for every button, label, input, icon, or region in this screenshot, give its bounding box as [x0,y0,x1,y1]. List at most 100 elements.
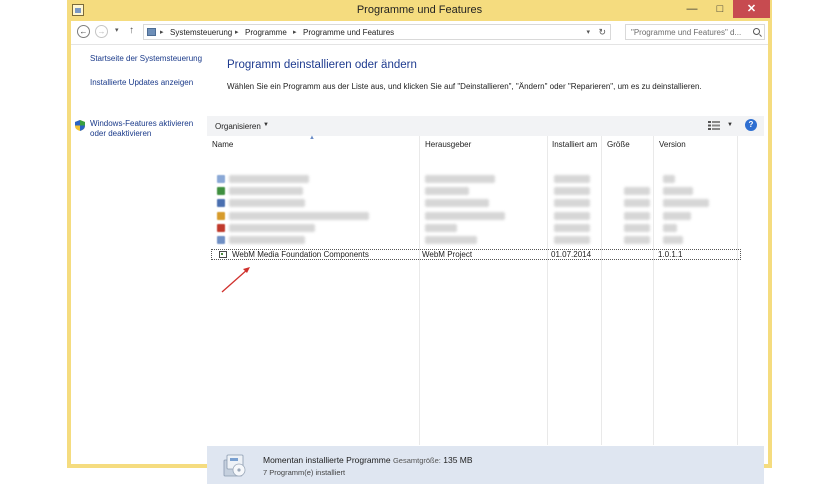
blurred-size [624,199,650,207]
blurred-publisher [425,187,469,195]
annotation-arrow [221,267,250,293]
command-bar: Organisieren ▼ ▼ ? [207,116,764,137]
organize-button[interactable]: Organisieren [215,122,261,131]
windows-features-link[interactable]: Windows-Features aktivieren [90,119,193,129]
breadcrumb-separator-icon[interactable]: ▸ [160,28,164,36]
program-publisher: WebM Project [422,250,473,259]
program-icon [217,187,225,195]
table-row[interactable] [211,223,737,234]
details-pane: Momentan installierte Programme Gesamtgr… [207,446,764,484]
organize-dropdown-icon[interactable]: ▼ [263,122,269,128]
blurred-version [663,224,677,232]
view-options-icon[interactable] [708,121,720,130]
windows-features-link-line2[interactable]: oder deaktivieren [90,129,151,139]
blurred-name [229,199,305,207]
column-header-version[interactable]: Version [659,140,686,149]
breadcrumb-systemsteuerung[interactable]: Systemsteuerung [170,28,232,37]
breadcrumb[interactable]: ▸ Systemsteuerung ▸ Programme ▸ Programm… [143,24,611,40]
table-row[interactable] [211,186,737,197]
blurred-publisher [425,199,489,207]
column-header-publisher[interactable]: Herausgeber [425,140,471,149]
address-bar: ← → ▾ ↑ ▸ Systemsteuerung ▸ Programme ▸ … [71,21,768,45]
total-size-value: 135 MB [443,455,473,465]
blurred-name [229,236,305,244]
maximize-button[interactable]: □ [707,0,733,18]
blurred-name [229,187,303,195]
blurred-version [663,187,693,195]
breadcrumb-programme-und-features[interactable]: Programme und Features [303,28,394,37]
blurred-date [554,236,590,244]
column-divider[interactable] [737,136,738,445]
blurred-date [554,187,590,195]
back-button[interactable]: ← [77,25,90,38]
blurred-version [663,212,691,220]
app-window: Programme und Features — □ ✕ ← → ▾ ↑ ▸ S… [67,0,772,484]
breadcrumb-programme[interactable]: Programme [245,28,287,37]
table-row-selected[interactable]: WebM Media Foundation Components WebM Pr… [211,249,741,260]
program-icon [217,199,225,207]
view-dropdown-icon[interactable]: ▼ [727,122,733,128]
blurred-version [663,199,709,207]
help-icon[interactable]: ? [745,119,757,131]
view-installed-updates-link[interactable]: Installierte Updates anzeigen [90,78,193,88]
blurred-size [624,236,650,244]
blurred-size [624,187,650,195]
status-title-text: Momentan installierte Programme [263,455,391,465]
column-header-name[interactable]: Name [212,140,233,149]
program-version: 1.0.1.1 [658,250,683,259]
blurred-version [663,175,675,183]
breadcrumb-separator-icon[interactable]: ▸ [235,28,239,36]
address-history-dropdown-icon[interactable]: ▾ [586,28,590,36]
table-row[interactable] [211,235,737,246]
status-title: Momentan installierte Programme Gesamtgr… [263,455,473,465]
blurred-publisher [425,224,457,232]
program-icon [219,251,227,258]
search-input[interactable]: "Programme und Features" d... [625,24,765,40]
sort-ascending-icon: ▲ [309,135,315,141]
page-description: Wählen Sie ein Programm aus der Liste au… [227,82,702,91]
up-button[interactable]: ↑ [129,25,134,36]
blurred-date [554,175,590,183]
program-list[interactable]: ▲ Name Herausgeber Installiert am Größe … [207,135,764,445]
control-panel-home-link[interactable]: Startseite der Systemsteuerung [90,54,202,64]
program-installed-date: 01.07.2014 [551,250,592,259]
blurred-name [229,224,315,232]
column-header-size[interactable]: Größe [607,140,630,149]
blurred-publisher [425,212,505,220]
uac-shield-icon [75,120,85,131]
table-row[interactable] [211,174,737,185]
control-panel-location-icon [147,28,156,36]
title-bar[interactable]: Programme und Features — □ ✕ [67,0,772,21]
program-icon [217,236,225,244]
window-title: Programme und Features [356,4,483,16]
installed-programs-icon [223,454,246,477]
forward-button[interactable]: → [95,25,108,38]
column-header-installed[interactable]: Installiert am [552,140,597,149]
program-icon [217,212,225,220]
blurred-publisher [425,236,477,244]
blurred-date [554,212,590,220]
blurred-size [624,224,650,232]
search-placeholder: "Programme und Features" d... [631,28,742,37]
close-button[interactable]: ✕ [733,0,770,18]
minimize-button[interactable]: — [679,0,705,18]
program-icon [217,175,225,183]
table-row[interactable] [211,211,737,222]
program-icon [217,224,225,232]
blurred-date [554,224,590,232]
blurred-date [554,199,590,207]
total-size-label: Gesamtgröße: [392,456,441,465]
window-content: ← → ▾ ↑ ▸ Systemsteuerung ▸ Programme ▸ … [71,21,768,484]
search-icon[interactable] [753,28,760,35]
blurred-version [663,236,683,244]
program-name: WebM Media Foundation Components [232,250,369,259]
blurred-name [229,175,309,183]
page-title: Programm deinstallieren oder ändern [227,59,417,71]
blurred-publisher [425,175,495,183]
blurred-size [624,212,650,220]
table-row[interactable] [211,198,737,209]
recent-locations-dropdown-icon[interactable]: ▾ [115,26,119,34]
breadcrumb-separator-icon[interactable]: ▸ [293,28,297,36]
blurred-name [229,212,369,220]
refresh-icon[interactable]: ↻ [598,27,606,38]
